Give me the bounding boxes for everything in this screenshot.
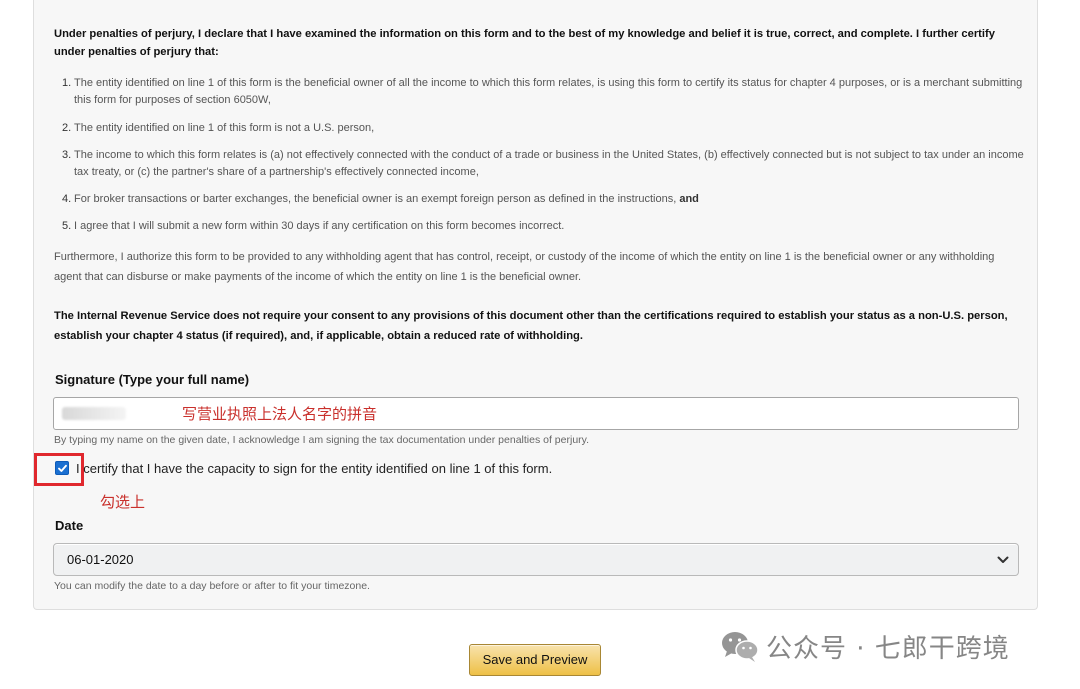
tax-certification-panel: Under penalties of perjury, I declare th… [33, 0, 1038, 610]
checkbox-annotation: 勾选上 [100, 493, 146, 511]
save-and-preview-button[interactable]: Save and Preview [469, 644, 601, 676]
list-item-number: 5. [62, 220, 72, 232]
list-item: 5. I agree that I will submit a new form… [54, 218, 1024, 235]
signature-input[interactable]: 写营业执照上法人名字的拼音 [53, 397, 1019, 430]
list-item-text-wrap: For broker transactions or barter exchan… [74, 191, 1024, 208]
signature-note: By typing my name on the given date, I a… [54, 434, 590, 446]
list-item: 4. For broker transactions or barter exc… [54, 191, 1024, 208]
list-item-bold-suffix: and [679, 193, 699, 205]
date-value: 06-01-2020 [67, 552, 134, 567]
certify-label: I certify that I have the capacity to si… [76, 460, 553, 476]
wechat-icon [722, 632, 759, 662]
certify-checkbox[interactable] [55, 461, 69, 475]
list-item-text: The income to which this form relates is… [74, 149, 1024, 178]
date-note: You can modify the date to a day before … [54, 580, 370, 592]
watermark-text: 公众号 · 七郎干跨境 [766, 633, 1010, 664]
certify-row[interactable]: I certify that I have the capacity to si… [55, 459, 552, 477]
list-item-text: I agree that I will submit a new form wi… [74, 220, 565, 232]
declaration-heading: Under penalties of perjury, I declare th… [54, 28, 995, 58]
signature-label: Signature (Type your full name) [55, 372, 250, 387]
date-select[interactable]: 06-01-2020 [53, 543, 1019, 576]
signature-annotation: 写营业执照上法人名字的拼音 [182, 405, 378, 423]
blurred-signature-value [62, 407, 126, 420]
list-item-number: 4. [62, 193, 72, 205]
irs-consent-note: The Internal Revenue Service does not re… [54, 310, 1008, 342]
checkmark-icon [58, 464, 67, 472]
list-item: 2. The entity identified on line 1 of th… [54, 120, 1024, 137]
date-label: Date [55, 518, 84, 533]
list-item-number: 2. [62, 122, 72, 134]
list-item-text: The entity identified on line 1 of this … [74, 77, 1023, 106]
list-item-text: For broker transactions or barter exchan… [74, 193, 677, 205]
list-item-number: 3. [62, 149, 72, 161]
list-item: 3. The income to which this form relates… [54, 147, 1024, 181]
authorization-paragraph: Furthermore, I authorize this form to be… [54, 251, 995, 283]
list-item-number: 1. [62, 77, 72, 89]
list-item: 1. The entity identified on line 1 of th… [54, 75, 1024, 109]
chevron-down-icon [997, 556, 1009, 563]
list-item-text: The entity identified on line 1 of this … [74, 122, 375, 134]
wechat-watermark: 公众号 · 七郎干跨境 [720, 626, 1010, 666]
